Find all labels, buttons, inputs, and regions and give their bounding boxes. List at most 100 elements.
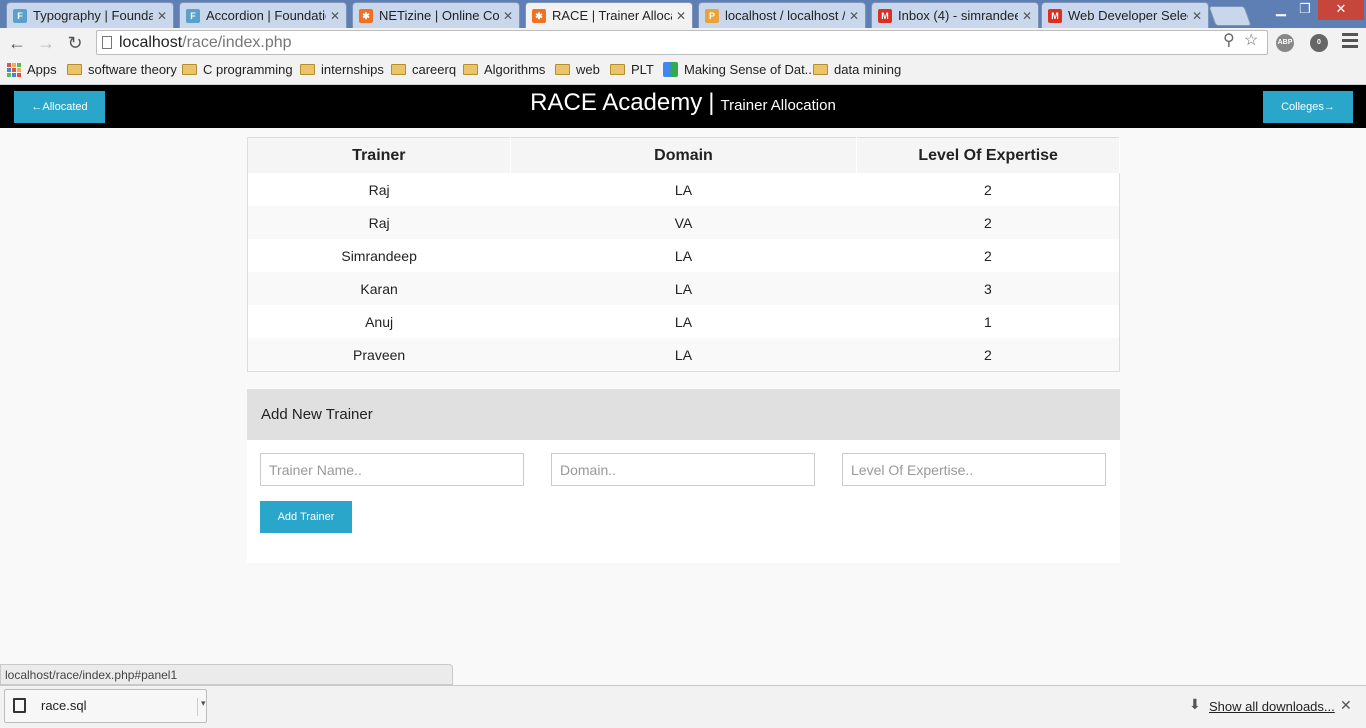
browser-tab[interactable]: F Accordion | Foundatio ✕: [179, 2, 347, 28]
search-icon[interactable]: ⚲: [1223, 30, 1235, 50]
browser-tab[interactable]: M Web Developer Selecti ✕: [1041, 2, 1209, 28]
foundation-icon: F: [186, 8, 200, 23]
browser-tab[interactable]: ✱ NETizine | Online Colle ✕: [352, 2, 520, 28]
table-row: Simrandeep LA 2: [248, 239, 1120, 272]
cell-level: 2: [856, 206, 1120, 239]
bookmark-folder[interactable]: C programming: [182, 62, 293, 77]
cell-trainer: Simrandeep: [341, 247, 417, 264]
reload-icon[interactable]: ↻: [64, 32, 86, 54]
cell-trainer: Praveen: [247, 338, 511, 372]
show-all-downloads-link[interactable]: Show all downloads...: [1209, 699, 1335, 714]
table-row: Raj VA 2: [247, 206, 1120, 239]
trainer-name-input[interactable]: [260, 453, 524, 486]
restore-icon[interactable]: ❐: [1292, 0, 1318, 20]
tab-title: RACE | Trainer Allocati: [552, 8, 672, 23]
bookmark-folder[interactable]: careerq: [391, 62, 456, 77]
file-icon: [13, 698, 26, 713]
bookmark-folder[interactable]: internships: [300, 62, 384, 77]
bookmark-label: web: [576, 62, 600, 77]
star-icon[interactable]: ☆: [1244, 30, 1258, 50]
page-subtitle: Trainer Allocation: [720, 97, 836, 114]
table-header-row: Trainer Domain Level Of Expertise: [247, 137, 1120, 173]
window-close-icon[interactable]: ✕: [1318, 0, 1364, 20]
cell-domain: LA: [510, 272, 857, 305]
status-url: localhost/race/index.php#panel1: [0, 664, 453, 685]
site-header: ←Allocated RACE Academy | Trainer Allocati…: [0, 85, 1366, 128]
download-icon: ⬇: [1189, 696, 1201, 712]
phpmyadmin-icon: P: [705, 8, 719, 23]
folder-icon: [300, 64, 315, 75]
folder-icon: [555, 64, 570, 75]
browser-tab[interactable]: P localhost / localhost / ✕: [698, 2, 866, 28]
brand-separator: |: [708, 89, 715, 116]
bookmark-apps[interactable]: Apps: [7, 62, 57, 77]
bookmark-label: Making Sense of Dat...: [684, 62, 816, 77]
ghostery-icon[interactable]: 0: [1310, 34, 1328, 52]
bookmark-label: software theory: [88, 62, 177, 77]
panel-title[interactable]: Add New Trainer: [247, 389, 1120, 440]
tab-title: Web Developer Selecti: [1068, 8, 1188, 23]
download-item[interactable]: race.sql ▾: [4, 689, 207, 723]
bookmark-folder[interactable]: web: [555, 62, 600, 77]
browser-tab[interactable]: M Inbox (4) - simrandeep ✕: [871, 2, 1039, 28]
domain-input[interactable]: [551, 453, 815, 486]
cell-level: 2: [856, 338, 1120, 372]
colleges-button[interactable]: Colleges→: [1263, 91, 1353, 123]
cell-domain: LA: [510, 338, 857, 372]
close-icon[interactable]: ✕: [503, 9, 513, 23]
brand-name: RACE Academy: [530, 89, 703, 116]
bookmark-label: C programming: [203, 62, 293, 77]
close-icon[interactable]: ✕: [1192, 9, 1202, 23]
bookmark-label: PLT: [631, 62, 654, 77]
folder-icon: [463, 64, 478, 75]
url-host: localhost: [119, 34, 183, 51]
menu-icon[interactable]: [1342, 33, 1358, 51]
forward-icon[interactable]: →: [35, 32, 57, 54]
bookmark-label: Algorithms: [484, 62, 546, 77]
close-icon[interactable]: ✕: [676, 9, 686, 23]
back-icon[interactable]: ←: [6, 32, 28, 54]
bookmark-link[interactable]: Making Sense of Dat...: [663, 62, 816, 77]
folder-icon: [391, 64, 406, 75]
table-row: Karan LA 3: [247, 272, 1120, 305]
tab-title: Inbox (4) - simrandeep: [898, 8, 1018, 23]
level-input[interactable]: [842, 453, 1106, 486]
bookmarks-bar: Apps software theory C programming inter…: [0, 58, 1366, 85]
cell-level: 1: [983, 313, 992, 330]
chevron-down-icon[interactable]: ▾: [197, 698, 206, 716]
column-header-domain: Domain: [510, 137, 858, 173]
bookmark-folder[interactable]: Algorithms: [463, 62, 545, 77]
table-row: Anuj LA 1: [248, 305, 1120, 338]
bookmark-folder[interactable]: software theory: [67, 62, 177, 77]
close-icon[interactable]: ✕: [157, 9, 167, 23]
cell-trainer: Raj: [368, 181, 390, 198]
cell-trainer: Anuj: [365, 313, 394, 330]
column-header-level: Level Of Expertise: [856, 137, 1120, 173]
cell-level: 3: [856, 272, 1120, 305]
browser-tab[interactable]: F Typography | Foundat ✕: [6, 2, 174, 28]
xampp-icon: ✱: [359, 8, 373, 23]
close-icon[interactable]: ✕: [1340, 697, 1352, 714]
google-icon: [663, 62, 678, 77]
table-row: Praveen LA 2: [247, 338, 1120, 372]
cell-level: 2: [983, 247, 992, 264]
address-bar[interactable]: localhost/race/index.php: [96, 30, 1268, 55]
new-tab-button[interactable]: [1208, 6, 1252, 26]
folder-icon: [610, 64, 625, 75]
download-filename: race.sql: [41, 698, 87, 713]
bookmark-folder[interactable]: PLT: [610, 62, 654, 77]
brand: RACE Academy | Trainer Allocation: [0, 89, 1366, 117]
foundation-icon: F: [13, 8, 27, 23]
close-icon[interactable]: ✕: [849, 9, 859, 23]
tab-strip: F Typography | Foundat ✕ F Accordion | F…: [0, 0, 1366, 28]
close-icon[interactable]: ✕: [330, 9, 340, 23]
add-trainer-panel: Add New Trainer Add Trainer: [247, 389, 1120, 563]
add-trainer-button[interactable]: Add Trainer: [260, 501, 352, 533]
browser-tab-active[interactable]: ✱ RACE | Trainer Allocati ✕: [525, 2, 693, 28]
bookmark-folder[interactable]: data mining: [813, 62, 901, 77]
minimize-icon[interactable]: ▁: [1268, 0, 1294, 20]
cell-domain: LA: [674, 181, 693, 198]
adblock-icon[interactable]: ABP: [1276, 34, 1294, 52]
cell-domain: LA: [674, 247, 693, 264]
close-icon[interactable]: ✕: [1022, 9, 1032, 23]
